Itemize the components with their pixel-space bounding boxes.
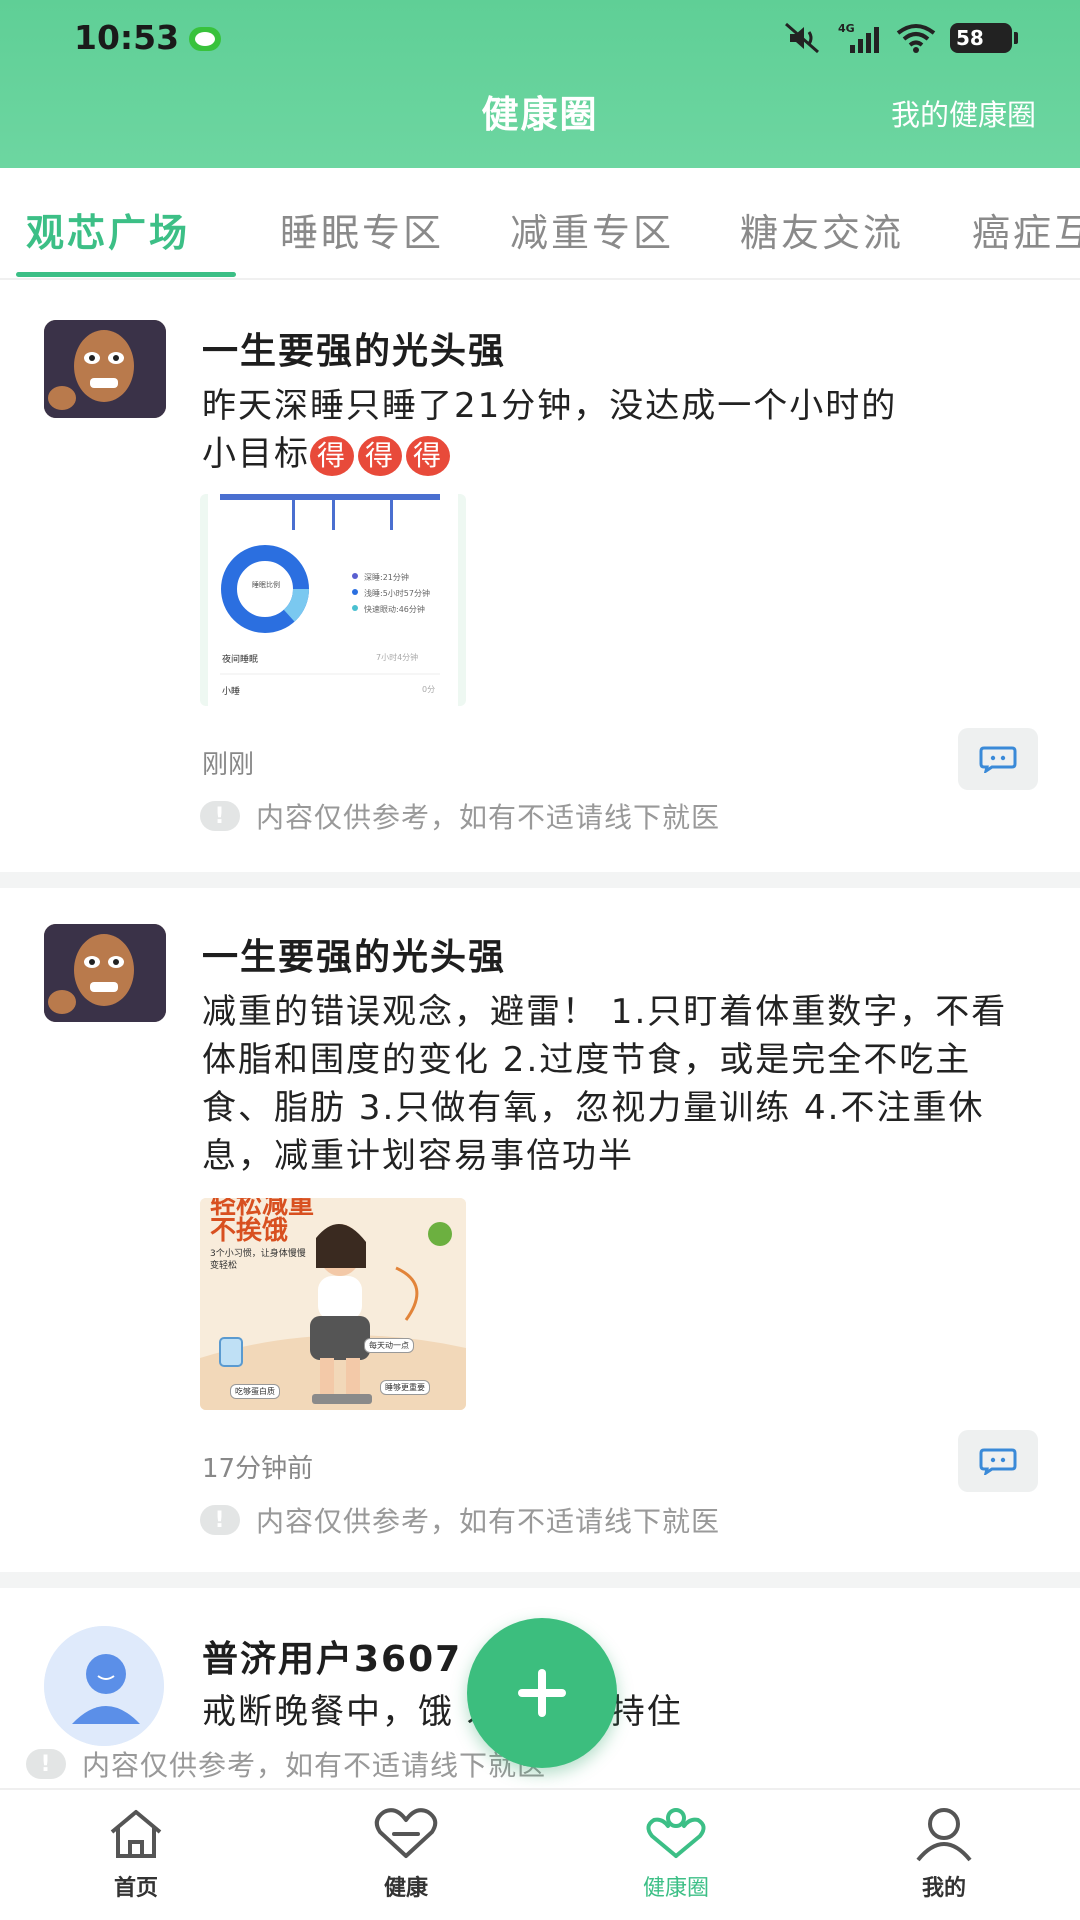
legend-rem: 快速眼动:46分钟 <box>364 605 425 614</box>
donut-label: 睡眠比例 <box>252 581 280 589</box>
warning-icon: ! <box>200 1505 240 1535</box>
svg-text:4G: 4G <box>838 22 855 35</box>
bottom-nav: 首页 健康 健康圈 我的 <box>0 1788 1080 1920</box>
tab-guanxin-square[interactable]: 观芯广场 <box>26 202 190 257</box>
my-health-circle-link[interactable]: 我的健康圈 <box>891 92 1036 134</box>
post-card[interactable]: 一生要强的光头强 昨天深睡只睡了21分钟，没达成一个小时的 小目标得得得 深睡:… <box>0 282 1080 872</box>
post-time: 刚刚 <box>202 750 255 780</box>
image-tag: 吃够蛋白质 <box>230 1384 280 1399</box>
nav-health-circle[interactable]: 健康圈 <box>606 1806 746 1902</box>
nav-label: 健康圈 <box>642 1876 709 1901</box>
post-card[interactable]: 一生要强的光头强 减重的错误观念，避雷！ 1.只盯着体重数字，不看体脂和围度的变… <box>0 888 1080 1572</box>
image-headline: 轻松减重 不挨饿 <box>210 1198 314 1244</box>
emoji-de: 得 <box>358 435 402 476</box>
person-icon <box>916 1808 972 1862</box>
plus-icon <box>518 1669 566 1717</box>
post-username[interactable]: 一生要强的光头强 <box>202 322 506 374</box>
avatar[interactable] <box>44 320 166 418</box>
sleep-legend: 深睡:21分钟 浅睡:5小时57分钟 快速眼动:46分钟 <box>364 570 430 618</box>
post-content-line: 小目标得得得 <box>202 430 1032 478</box>
nap-value: 0分 <box>422 685 436 694</box>
disclaimer-text: 内容仅供参考，如有不适请线下就医 <box>82 1749 547 1782</box>
divider <box>0 1572 1080 1588</box>
avatar[interactable] <box>44 924 166 1022</box>
image-headline-line: 轻松减重 <box>210 1198 315 1220</box>
create-post-button[interactable] <box>467 1618 617 1768</box>
night-sleep-value: 7小时4分钟 <box>376 653 419 662</box>
warning-icon: ! <box>200 801 240 831</box>
signal-4g-icon: 4G <box>838 22 879 53</box>
warning-icon: ! <box>26 1749 66 1779</box>
image-tag: 每天动一点 <box>364 1338 414 1353</box>
legend-deep-sleep: 深睡:21分钟 <box>364 573 409 582</box>
comment-button[interactable] <box>958 728 1038 790</box>
post-image-weight-loss[interactable]: 轻松减重 不挨饿 3个小习惯，让身体慢慢变轻松 每天动一点 吃够蛋白质 睡够更重… <box>200 1198 466 1410</box>
post-content: 减重的错误观念，避雷！ 1.只盯着体重数字，不看体脂和围度的变化 2.过度节食，… <box>202 992 1008 1176</box>
status-icons: 4G 58 <box>782 18 1018 58</box>
emoji-de: 得 <box>406 435 450 476</box>
health-circle-icon <box>646 1808 706 1858</box>
night-sleep-label: 夜间睡眠 <box>222 655 259 665</box>
nap-label: 小睡 <box>222 687 241 697</box>
post-username[interactable]: 普济用户3607 <box>202 1630 462 1682</box>
disclaimer: ! 内容仅供参考，如有不适请线下就医 <box>26 1744 546 1784</box>
status-bar: 10:53 4G 58 <box>0 0 1080 78</box>
header: 10:53 4G 58 健康圈 我的健康圈 <box>0 0 1080 168</box>
category-tabs: 观芯广场 睡眠专区 减重专区 糖友交流 癌症互 <box>0 168 1080 280</box>
disclaimer-text: 内容仅供参考，如有不适请线下就医 <box>256 1505 721 1538</box>
comment-icon <box>979 746 1017 773</box>
post-image-sleep-chart[interactable]: 深睡:21分钟 浅睡:5小时57分钟 快速眼动:46分钟 睡眠比例 夜间睡眠 7… <box>200 494 466 706</box>
image-headline-line: 不挨饿 <box>210 1216 289 1246</box>
message-notification-icon <box>189 27 221 51</box>
nav-label: 首页 <box>113 1876 158 1901</box>
disclaimer-text: 内容仅供参考，如有不适请线下就医 <box>256 801 721 834</box>
active-tab-indicator <box>16 272 236 277</box>
home-icon <box>110 1810 162 1858</box>
image-subtitle: 3个小习惯，让身体慢慢变轻松 <box>210 1249 306 1271</box>
post-time: 17分钟前 <box>202 1454 314 1484</box>
post-content: 昨天深睡只睡了21分钟，没达成一个小时的 小目标得得得 <box>202 382 1032 478</box>
disclaimer: ! 内容仅供参考，如有不适请线下就医 <box>200 796 720 836</box>
nav-health[interactable]: 健康 <box>336 1806 476 1902</box>
nav-home[interactable]: 首页 <box>66 1806 206 1902</box>
status-time: 10:53 <box>74 18 180 57</box>
tab-diabetes-exchange[interactable]: 糖友交流 <box>740 202 904 257</box>
comment-button[interactable] <box>958 1430 1038 1492</box>
tab-weight-loss-zone[interactable]: 减重专区 <box>510 202 674 257</box>
comment-icon <box>979 1448 1017 1475</box>
post-content-text: 小目标 <box>202 434 310 474</box>
disclaimer: ! 内容仅供参考，如有不适请线下就医 <box>200 1500 720 1540</box>
post-content: 戒断晚餐中，饿 发软，坚持住 <box>202 1692 683 1732</box>
mute-icon <box>785 22 819 54</box>
tab-cancer[interactable]: 癌症互 <box>972 202 1080 257</box>
divider <box>0 872 1080 888</box>
heart-icon <box>374 1808 438 1858</box>
nav-mine[interactable]: 我的 <box>874 1806 1014 1902</box>
post-username[interactable]: 一生要强的光头强 <box>202 928 506 980</box>
battery-indicator: 58 <box>950 23 1018 53</box>
nav-label: 我的 <box>921 1876 966 1901</box>
tab-sleep-zone[interactable]: 睡眠专区 <box>280 202 444 257</box>
nav-label: 健康 <box>383 1876 428 1901</box>
post-content-line: 昨天深睡只睡了21分钟，没达成一个小时的 <box>202 386 898 426</box>
image-tag: 睡够更重要 <box>380 1380 430 1395</box>
emoji-de: 得 <box>310 435 354 476</box>
wifi-icon <box>896 24 936 53</box>
legend-light-sleep: 浅睡:5小时57分钟 <box>364 589 430 598</box>
avatar[interactable] <box>44 1626 164 1746</box>
